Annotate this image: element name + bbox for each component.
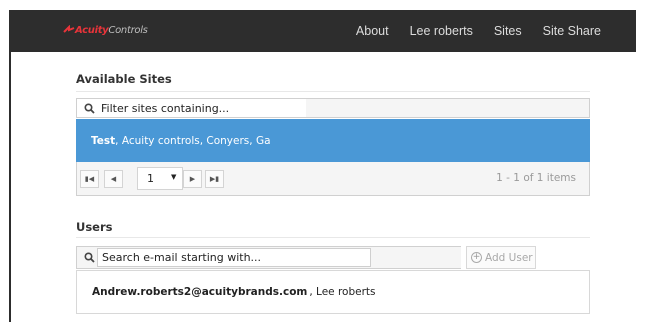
sites-divider (76, 91, 590, 92)
chevron-down-icon: ▼ (171, 173, 177, 181)
user-name: , Lee roberts (309, 286, 376, 298)
available-sites-title: Available Sites (76, 72, 172, 86)
page-number: 1 (147, 172, 154, 185)
sites-filter-placeholder: Filter sites containing... (101, 101, 230, 115)
nav-link-about[interactable]: About (356, 24, 389, 38)
nav-links: About Lee roberts Sites Site Share (356, 10, 636, 52)
logo-acuity-text: Acuity (75, 24, 109, 36)
sites-filter-input[interactable]: Filter sites containing... (77, 99, 306, 117)
site-details: , Acuity controls, Conyers, Ga (115, 134, 271, 147)
prev-page-button[interactable]: ◀ (104, 170, 123, 188)
page-select[interactable]: 1 ▼ (137, 167, 183, 190)
users-search-input[interactable]: Search e-mail starting with... (97, 248, 371, 267)
first-page-button[interactable]: ▮◀ (80, 170, 99, 188)
site-name: Test (91, 134, 116, 147)
left-border (9, 52, 11, 322)
search-icon (81, 250, 97, 266)
users-title: Users (76, 220, 113, 234)
add-user-label: Add User (485, 251, 533, 264)
pager-info: 1 - 1 of 1 items (496, 172, 576, 184)
search-icon (81, 100, 97, 116)
nav-link-user[interactable]: Lee roberts (410, 24, 473, 38)
nav-link-site-share[interactable]: Site Share (543, 24, 601, 38)
add-user-button[interactable]: + Add User (466, 246, 536, 269)
user-row[interactable]: Andrew.roberts2@acuitybrands.com, Lee ro… (76, 270, 590, 314)
sites-filter-bar: Filter sites containing... (76, 98, 590, 118)
last-page-button[interactable]: ▶▮ (205, 170, 224, 188)
acuity-logo[interactable]: Acuity Controls (63, 23, 148, 37)
prev-page-icon: ◀ (110, 175, 117, 183)
site-row[interactable]: Test , Acuity controls, Conyers, Ga (76, 119, 590, 162)
next-page-button[interactable]: ▶ (183, 170, 202, 188)
page: Acuity Controls About Lee roberts Sites S… (0, 0, 645, 322)
first-page-icon: ▮◀ (84, 175, 95, 183)
users-search-bar: Search e-mail starting with... + Add Use… (76, 246, 590, 269)
users-search-extension (371, 247, 461, 268)
sites-pager: ▮◀ ◀ 1 ▼ ▶ ▶▮ 1 - 1 of 1 items (76, 162, 590, 196)
last-page-icon: ▶▮ (209, 175, 220, 183)
logo-mark-icon (63, 25, 75, 33)
users-divider (76, 237, 590, 238)
users-search-placeholder: Search e-mail starting with... (102, 251, 262, 264)
add-circle-icon: + (471, 252, 482, 263)
next-page-icon: ▶ (189, 175, 196, 183)
navbar: Acuity Controls About Lee roberts Sites S… (9, 10, 636, 52)
users-search-box: Search e-mail starting with... (76, 246, 461, 269)
nav-link-sites[interactable]: Sites (494, 24, 522, 38)
logo-controls-text: Controls (108, 24, 148, 36)
user-email: Andrew.roberts2@acuitybrands.com (92, 286, 308, 298)
